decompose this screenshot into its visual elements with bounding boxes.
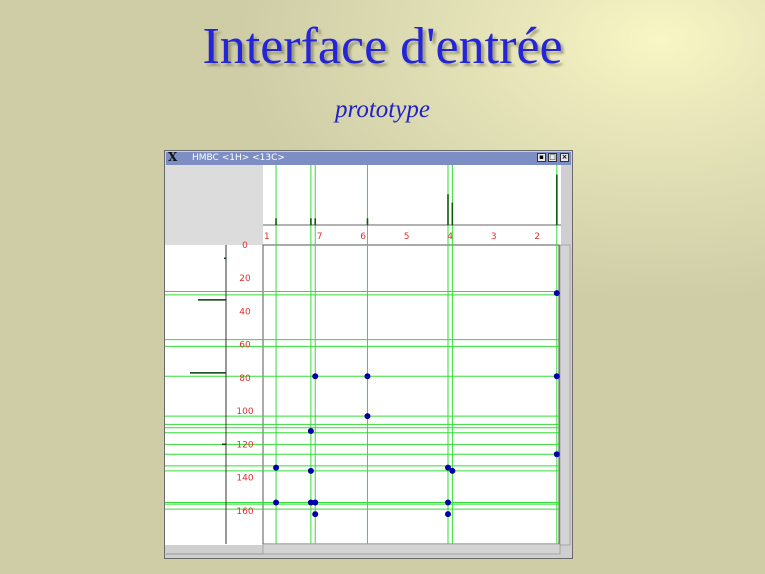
correlation-peak[interactable] bbox=[307, 467, 314, 474]
correlation-peak[interactable] bbox=[449, 467, 456, 474]
horizontal-scrollbar[interactable] bbox=[262, 543, 561, 555]
y-tick-label: 20 bbox=[239, 274, 251, 284]
vertical-scrollbar[interactable] bbox=[559, 244, 571, 546]
y-tick-label: 160 bbox=[236, 507, 253, 517]
proton-spectrum-panel bbox=[263, 165, 561, 245]
corner-panel bbox=[165, 165, 263, 245]
y-tick-label: 60 bbox=[239, 341, 251, 351]
correlation-peak[interactable] bbox=[364, 413, 371, 420]
x-edge-tick-label: 1 bbox=[264, 232, 270, 242]
correlation-peak[interactable] bbox=[273, 464, 280, 471]
slide-title: Interface d'entrée bbox=[202, 18, 563, 75]
close-icon[interactable]: × bbox=[560, 153, 569, 162]
window-title: HMBC <1H> <13C> bbox=[192, 153, 285, 163]
x-tick-label: 6 bbox=[360, 232, 366, 242]
window-titlebar[interactable]: X HMBC <1H> <13C> ▪ □ × bbox=[166, 150, 571, 165]
carbon-spectrum-panel bbox=[165, 245, 263, 545]
x-tick-label: 3 bbox=[491, 232, 497, 242]
maximize-icon[interactable]: □ bbox=[548, 153, 557, 162]
correlation-peak[interactable] bbox=[553, 290, 560, 297]
minimize-icon[interactable]: ▪ bbox=[537, 153, 546, 162]
hmbc-plot[interactable]: 7 6 5 4 3 2 1 0 20 40 60 80 100 120 140 160 bbox=[165, 165, 572, 557]
correlation-peak[interactable] bbox=[312, 499, 319, 506]
x-tick-label: 2 bbox=[534, 232, 540, 242]
y-tick-label: 140 bbox=[236, 474, 253, 484]
correlation-peak[interactable] bbox=[445, 499, 451, 506]
correlation-peak[interactable] bbox=[307, 428, 314, 435]
y-tick-label: 120 bbox=[236, 440, 253, 450]
correlation-peak[interactable] bbox=[312, 511, 319, 518]
x-tick-label: 5 bbox=[404, 232, 410, 242]
y-tick-label: 40 bbox=[239, 307, 251, 317]
correlation-peak[interactable] bbox=[553, 373, 560, 380]
x-tick-label: 7 bbox=[317, 232, 323, 242]
correlation-peak[interactable] bbox=[364, 373, 371, 380]
correlation-map[interactable] bbox=[262, 244, 560, 545]
y-tick-label: 0 bbox=[242, 241, 248, 251]
correlation-peak[interactable] bbox=[553, 451, 560, 458]
x-tick-label: 4 bbox=[447, 232, 453, 242]
y-tick-label: 80 bbox=[239, 374, 251, 384]
correlation-peak[interactable] bbox=[273, 499, 280, 506]
correlation-peak[interactable] bbox=[445, 511, 451, 518]
y-tick-label: 100 bbox=[236, 407, 253, 417]
correlation-peak[interactable] bbox=[312, 373, 319, 380]
slide-subtitle: prototype bbox=[335, 96, 430, 123]
x-logo-icon: X bbox=[168, 150, 178, 164]
